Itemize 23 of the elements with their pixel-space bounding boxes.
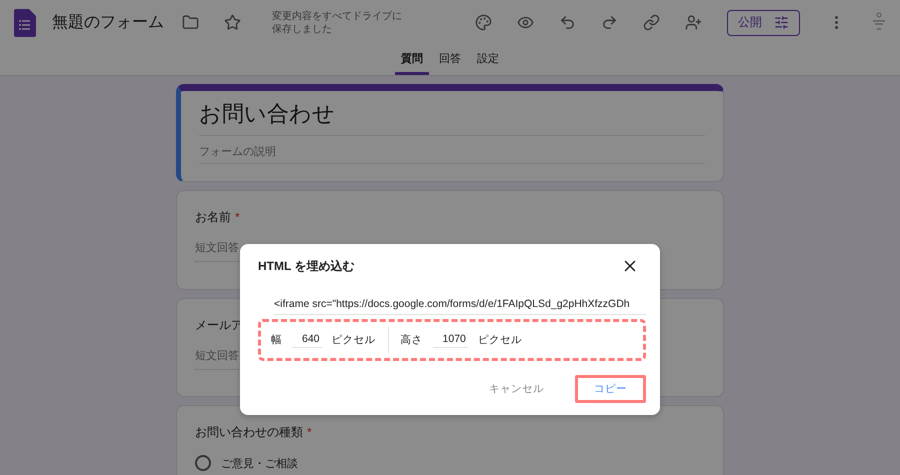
copy-button[interactable]: コピー [575, 375, 646, 403]
description-field[interactable]: フォームの説明 [199, 144, 705, 164]
save-status: 変更内容をすべてドライブに保存しました [272, 10, 403, 36]
tab[interactable]: 設定 [471, 45, 505, 75]
form-title[interactable]: 無題のフォーム [52, 12, 164, 33]
question-title: お問い合わせの種類 * [195, 424, 313, 441]
width-field[interactable]: 640 [292, 332, 322, 348]
unit-label: ピクセル [478, 333, 522, 347]
publish-button[interactable]: 公開 [727, 10, 800, 36]
dialog-title: HTML を埋め込む [258, 258, 354, 274]
form-heading[interactable]: お問い合わせ [199, 99, 705, 136]
tab[interactable]: 質問 [395, 45, 429, 75]
embed-code-field[interactable]: <iframe src="https://docs.google.com/forms/d/e/1FAIpQLSd_g2pHhXfzzGDh [274, 298, 646, 315]
unit-label: ピクセル [332, 333, 376, 347]
width-label: 幅 [271, 333, 282, 347]
forms-logo-icon[interactable] [14, 8, 36, 36]
height-label: 高さ [400, 333, 423, 347]
radio-button[interactable] [195, 455, 211, 471]
tab[interactable]: 回答 [433, 45, 467, 75]
sliders-icon [774, 15, 789, 30]
question-title: お名前 * [195, 209, 241, 226]
option-label: ご意見・ご相談 [221, 456, 298, 470]
height-field[interactable]: 1070 [432, 332, 468, 348]
